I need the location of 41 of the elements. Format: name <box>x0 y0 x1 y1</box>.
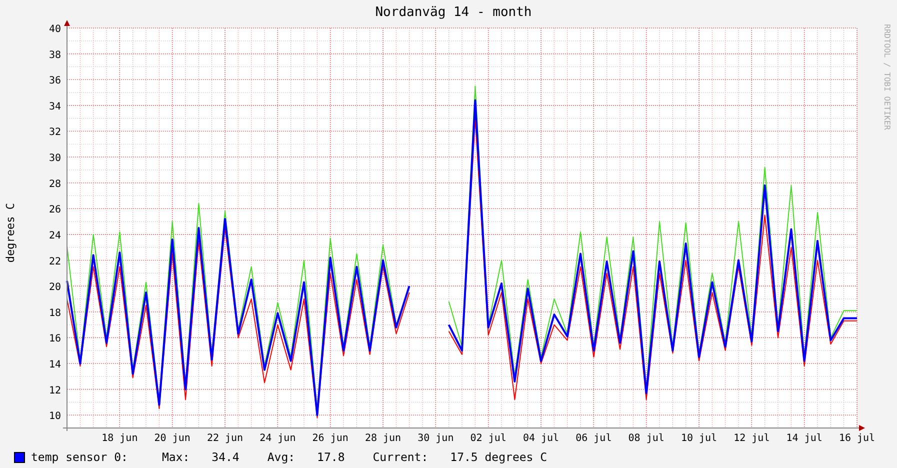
y-tick-label: 16 <box>48 334 61 345</box>
x-tick-label: 14 jul <box>786 433 822 444</box>
x-tick-label: 12 jul <box>734 433 770 444</box>
x-tick-label: 08 jul <box>628 433 664 444</box>
x-tick-label: 24 jun <box>260 433 296 444</box>
x-tick-label: 28 jun <box>364 433 402 444</box>
y-tick-label: 18 <box>48 308 61 319</box>
y-tick-label: 20 <box>48 282 61 294</box>
legend-stat-value: 17.8 <box>317 450 345 464</box>
x-tick-label: 04 jul <box>522 433 560 444</box>
y-tick-label: 28 <box>48 178 61 190</box>
y-tick-label: 36 <box>48 76 61 87</box>
x-tick-label: 26 jun <box>312 433 348 444</box>
x-tick-label: 30 jun <box>418 433 454 444</box>
legend-stat-label: Current: <box>372 450 428 464</box>
x-tick-label: 10 jul <box>680 433 718 444</box>
legend-stat-label: Max: <box>162 450 190 464</box>
y-tick-label: 26 <box>48 204 61 216</box>
y-tick-label: 12 <box>48 385 61 396</box>
y-tick-label: 10 <box>48 411 61 422</box>
y-tick-label: 30 <box>48 153 61 164</box>
legend-label: temp sensor 0: <box>31 450 128 464</box>
y-tick-label: 34 <box>48 101 61 112</box>
credit-text: RRDTOOL / TOBI OETIKER <box>882 24 892 130</box>
chart-title: Nordanväg 14 - month <box>375 5 532 20</box>
y-tick-label: 14 <box>48 359 61 370</box>
y-tick-label: 32 <box>48 127 61 138</box>
y-tick-label: 22 <box>48 256 61 268</box>
x-tick-label: 06 jul <box>576 433 612 444</box>
x-tick-label: 22 jun <box>206 433 244 444</box>
y-tick-label: 38 <box>48 50 61 61</box>
legend-stat-value: 17.5 degrees C <box>450 450 548 464</box>
x-tick-label: 20 jun <box>154 433 190 444</box>
y-tick-label: 40 <box>48 24 61 35</box>
y-tick-label: 24 <box>48 230 61 242</box>
legend-stat-label: Avg: <box>267 450 296 464</box>
x-tick-label: 16 jul <box>838 433 876 444</box>
x-tick-label: 18 jun <box>102 433 138 444</box>
x-tick-label: 02 jul <box>470 433 506 444</box>
y-axis-label: degrees C <box>4 203 16 263</box>
legend-stat-value: 34.4 <box>212 450 240 464</box>
